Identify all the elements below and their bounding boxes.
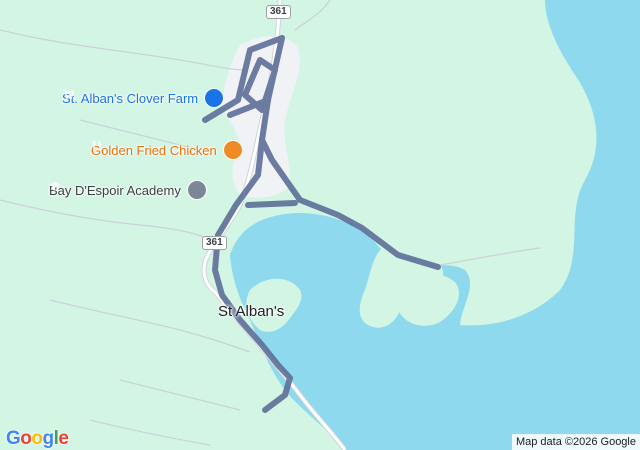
map-canvas[interactable]: 361 361 St. Alban's Clover Farm Golden F… [0, 0, 640, 450]
map-attribution[interactable]: Map data ©2026 Google [511, 434, 640, 450]
school-icon [50, 180, 207, 200]
poi-label: Golden Fried Chicken [91, 142, 217, 158]
shopping-cart-icon [63, 88, 225, 108]
restaurant-icon [92, 140, 243, 160]
route-361-shield-mid: 361 [202, 236, 227, 250]
route-361-shield-top: 361 [266, 5, 291, 19]
poi-bay-despoir-academy[interactable]: Bay D'Espoir Academy [49, 180, 207, 200]
poi-clover-farm[interactable]: St. Alban's Clover Farm [62, 88, 225, 108]
poi-label: Bay D'Espoir Academy [49, 182, 181, 198]
google-logo-letters: Google [6, 428, 69, 449]
poi-golden-fried-chicken[interactable]: Golden Fried Chicken [91, 140, 243, 160]
town-label-st-albans: St Alban's [218, 303, 285, 320]
map-base-layer [0, 0, 640, 450]
google-logo: Google [6, 428, 69, 450]
poi-label: St. Alban's Clover Farm [62, 90, 199, 106]
